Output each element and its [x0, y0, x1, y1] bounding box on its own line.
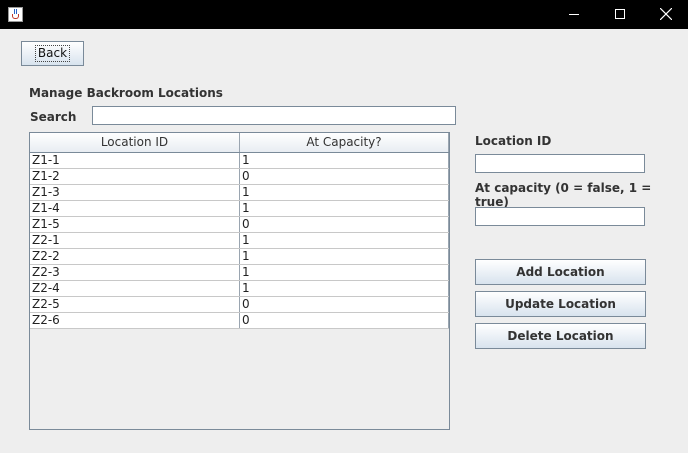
- page-title: Manage Backroom Locations: [29, 86, 223, 100]
- cell-location-id[interactable]: Z2-6: [30, 313, 240, 328]
- location-id-field[interactable]: [475, 154, 645, 173]
- back-button-label: Back: [34, 45, 71, 62]
- cell-at-capacity[interactable]: 1: [240, 201, 449, 216]
- cell-location-id[interactable]: Z2-1: [30, 233, 240, 248]
- delete-location-button[interactable]: Delete Location: [475, 323, 646, 349]
- cell-location-id[interactable]: Z2-5: [30, 297, 240, 312]
- cell-location-id[interactable]: Z1-2: [30, 169, 240, 184]
- table-row[interactable]: Z2-2 1: [30, 249, 449, 265]
- column-header-at-capacity[interactable]: At Capacity?: [240, 133, 449, 152]
- maximize-icon: [615, 9, 625, 19]
- table-row[interactable]: Z1-4 1: [30, 201, 449, 217]
- cell-location-id[interactable]: Z1-1: [30, 153, 240, 168]
- cell-at-capacity[interactable]: 1: [240, 249, 449, 264]
- java-coffee-cup-icon: [8, 7, 23, 22]
- title-bar: [0, 0, 688, 29]
- cell-location-id[interactable]: Z1-3: [30, 185, 240, 200]
- table-row[interactable]: Z2-1 1: [30, 233, 449, 249]
- table-row[interactable]: Z1-3 1: [30, 185, 449, 201]
- cell-location-id[interactable]: Z2-4: [30, 281, 240, 296]
- cell-at-capacity[interactable]: 1: [240, 153, 449, 168]
- locations-table[interactable]: Location ID At Capacity? Z1-1 1 Z1-2 0 Z1-3 1…: [29, 132, 450, 430]
- cell-at-capacity[interactable]: 0: [240, 313, 449, 328]
- minimize-button[interactable]: [551, 0, 597, 29]
- close-icon: [660, 8, 672, 20]
- cell-location-id[interactable]: Z2-2: [30, 249, 240, 264]
- cell-at-capacity[interactable]: 1: [240, 281, 449, 296]
- table-row[interactable]: Z1-5 0: [30, 217, 449, 233]
- update-location-button[interactable]: Update Location: [475, 291, 646, 317]
- cell-location-id[interactable]: Z1-4: [30, 201, 240, 216]
- cell-at-capacity[interactable]: 0: [240, 169, 449, 184]
- table-row[interactable]: Z1-2 0: [30, 169, 449, 185]
- table-row[interactable]: Z1-1 1: [30, 153, 449, 169]
- table-row[interactable]: Z2-4 1: [30, 281, 449, 297]
- table-row[interactable]: Z2-3 1: [30, 265, 449, 281]
- cell-at-capacity[interactable]: 0: [240, 297, 449, 312]
- cell-at-capacity[interactable]: 1: [240, 233, 449, 248]
- cell-at-capacity[interactable]: 1: [240, 185, 449, 200]
- cell-location-id[interactable]: Z2-3: [30, 265, 240, 280]
- maximize-button[interactable]: [597, 0, 643, 29]
- capacity-field[interactable]: [475, 207, 645, 226]
- table-row[interactable]: Z2-5 0: [30, 297, 449, 313]
- search-input[interactable]: [92, 106, 456, 125]
- capacity-label: At capacity (0 = false, 1 = true): [475, 181, 652, 209]
- cell-at-capacity[interactable]: 1: [240, 265, 449, 280]
- back-button[interactable]: Back: [21, 41, 84, 66]
- cell-at-capacity[interactable]: 0: [240, 217, 449, 232]
- minimize-icon: [569, 14, 579, 15]
- cell-location-id[interactable]: Z1-5: [30, 217, 240, 232]
- search-label: Search: [30, 110, 77, 124]
- table-header: Location ID At Capacity?: [30, 133, 449, 153]
- close-button[interactable]: [643, 0, 688, 29]
- add-location-button[interactable]: Add Location: [475, 259, 646, 285]
- table-body: Z1-1 1 Z1-2 0 Z1-3 1 Z1-4 1 Z1-5 0 Z2-1 1 Z2-2 1 Z2-3 1…: [30, 153, 449, 329]
- location-id-label: Location ID: [475, 134, 552, 148]
- column-header-location-id[interactable]: Location ID: [30, 133, 240, 152]
- table-row[interactable]: Z2-6 0: [30, 313, 449, 329]
